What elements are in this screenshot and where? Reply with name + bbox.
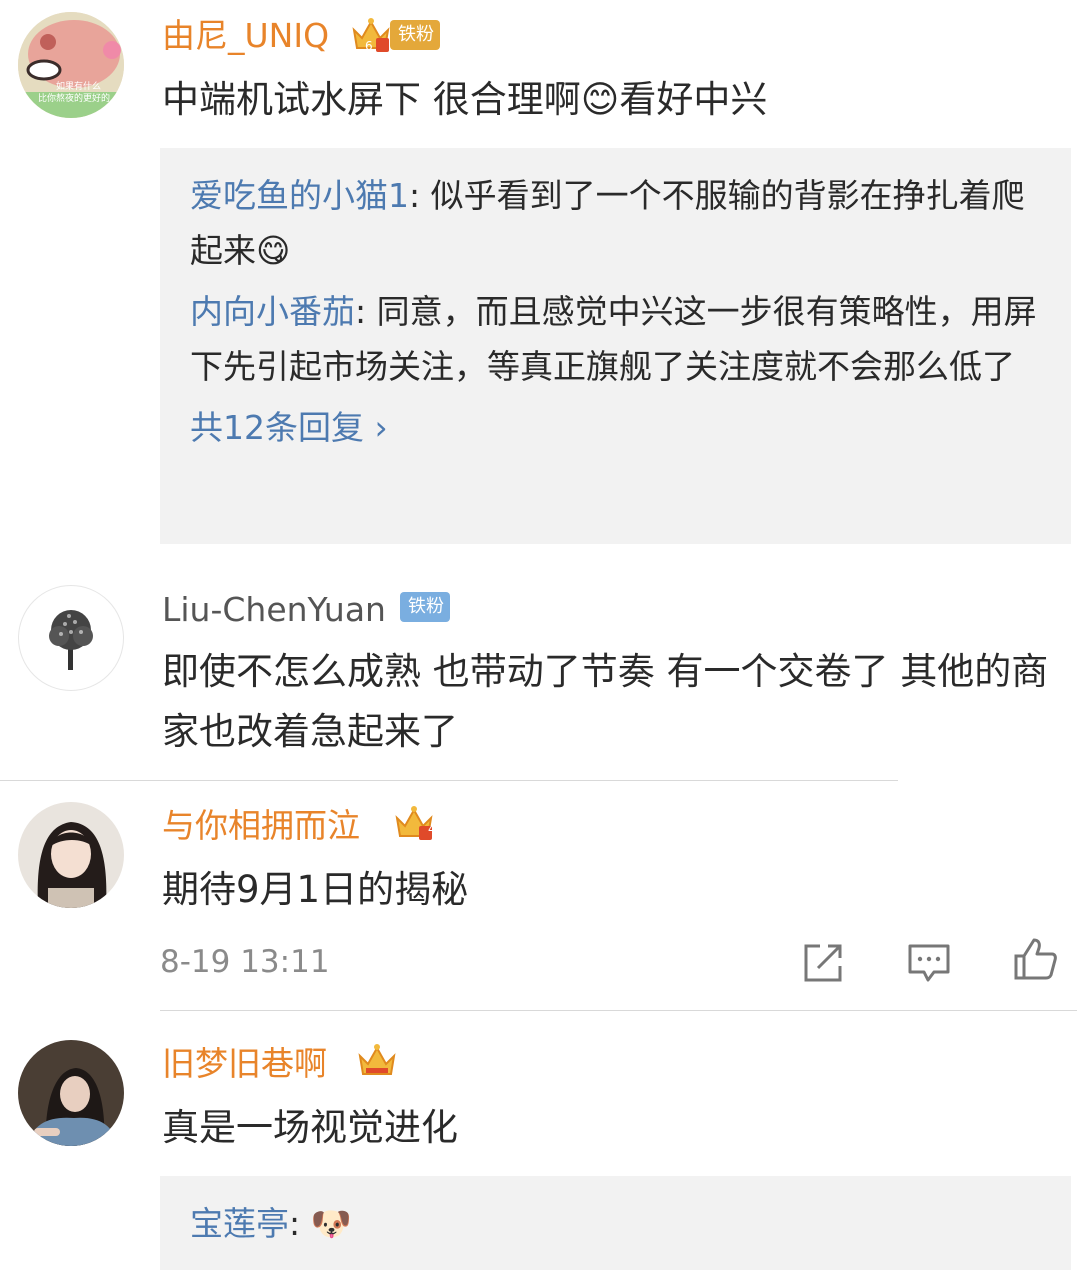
reply-box: 宝莲亭: 🐶: [160, 1176, 1071, 1270]
like-icon[interactable]: [1012, 936, 1058, 982]
reply-username[interactable]: 爱吃鱼的小猫1: [190, 176, 409, 215]
reply-username[interactable]: 内向小番茄: [190, 292, 355, 331]
reply-colon: :: [355, 292, 377, 331]
comment-username[interactable]: Liu-ChenYuan: [162, 590, 386, 630]
comment-username[interactable]: 与你相拥而泣: [162, 806, 360, 846]
girl-avatar-image: [18, 802, 124, 908]
avatar-caption-1: 如果有什么: [56, 82, 102, 92]
reply-item[interactable]: 爱吃鱼的小猫1: 似乎看到了一个不服输的背影在挣扎着爬起来😋: [190, 168, 1043, 278]
divider: [160, 1010, 1077, 1011]
crown-level: 6: [365, 39, 373, 53]
tree-avatar-image: [49, 610, 93, 670]
divider: [0, 780, 898, 781]
share-icon[interactable]: [800, 940, 846, 986]
more-replies-link[interactable]: 共12条回复 ›: [190, 400, 1043, 455]
crown-level: 4: [428, 822, 436, 836]
comment-text: 真是一场视觉进化: [162, 1106, 458, 1149]
avatar[interactable]: [18, 585, 124, 691]
reply-username[interactable]: 宝莲亭: [190, 1204, 289, 1243]
fan-badge: 铁粉: [390, 20, 440, 50]
reply-box: 爱吃鱼的小猫1: 似乎看到了一个不服输的背影在挣扎着爬起来😋 内向小番茄: 同意…: [160, 148, 1071, 544]
comment-icon[interactable]: [906, 940, 952, 986]
comment-text: 中端机试水屏下 很合理啊😊看好中兴: [162, 78, 768, 121]
avatar[interactable]: [18, 1040, 124, 1146]
comment-timestamp: 8-19 13:11: [160, 944, 330, 980]
comment-username[interactable]: 旧梦旧巷啊: [162, 1044, 327, 1084]
comment-username[interactable]: 由尼_UNIQ: [162, 16, 329, 56]
reply-item[interactable]: 宝莲亭: 🐶: [190, 1196, 1043, 1251]
comment-text: 即使不怎么成熟 也带动了节奏 有一个交卷了 其他的商家也改着急起来了: [162, 650, 1049, 753]
reply-item[interactable]: 内向小番茄: 同意，而且感觉中兴这一步很有策略性，用屏下先引起市场关注，等真正旗…: [190, 284, 1043, 394]
fan-badge: 铁粉: [400, 592, 450, 622]
avatar[interactable]: [18, 802, 124, 908]
avatar[interactable]: 如果有什么 比你熬夜的更好的: [18, 12, 124, 118]
comment-text: 期待9月1日的揭秘: [162, 868, 469, 911]
girl-denim-avatar-image: [18, 1040, 124, 1146]
crown-icon: [358, 1044, 396, 1075]
avatar-caption-2: 比你熬夜的更好的: [38, 94, 111, 104]
reply-text: 🐶: [310, 1204, 352, 1243]
reply-colon: :: [289, 1204, 311, 1243]
reply-colon: :: [409, 176, 431, 215]
